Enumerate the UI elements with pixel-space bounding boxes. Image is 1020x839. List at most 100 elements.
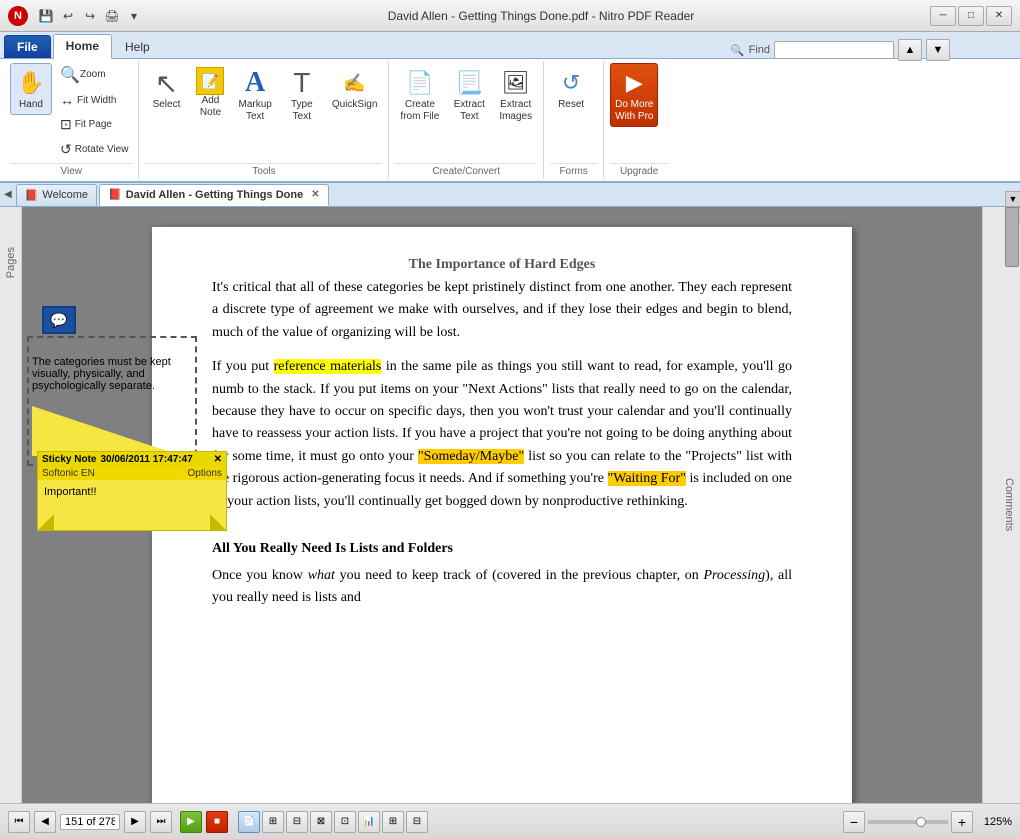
group-upgrade-label: Upgrade [610, 163, 668, 177]
view-facing-button[interactable]: ⊞ [262, 811, 284, 833]
comments-label[interactable]: Comments [1003, 478, 1015, 531]
window-controls: ─ □ ✕ [930, 6, 1012, 26]
group-view-label: View [10, 163, 132, 177]
zoom-in-button[interactable]: + [951, 811, 973, 833]
qa-dropdown[interactable]: ▾ [124, 6, 144, 26]
sticky-note-close-icon[interactable]: ✕ [214, 454, 222, 465]
ribbon: File Home Help 🔍 Find ▲ ▼ ✋ Hand [0, 32, 1020, 183]
tab-document[interactable]: 📕 David Allen - Getting Things Done ✕ [99, 184, 329, 206]
view-single-button[interactable]: 📄 [238, 811, 260, 833]
scroll-thumb[interactable] [1005, 207, 1019, 267]
zoom-slider-thumb[interactable] [916, 817, 926, 827]
paragraph-2: If you put reference materials in the sa… [212, 356, 792, 513]
save-button[interactable]: 💾 [36, 6, 56, 26]
do-more-pro-button[interactable]: ▶ Do MoreWith Pro [610, 63, 658, 127]
sticky-note-body[interactable]: Important!! [38, 480, 226, 530]
nav-prev-button[interactable]: ◀ [34, 811, 56, 833]
group-forms: ↺ Reset Forms [544, 61, 604, 179]
ribbon-content: ✋ Hand 🔍 Zoom ↔ Fit Width ⊡ Fit Pag [0, 58, 1020, 181]
select-label: Select [153, 99, 181, 111]
find-prev-button[interactable]: ▲ [898, 39, 922, 61]
find-label: 🔍 [731, 44, 745, 57]
fit-page-button[interactable]: ⊡ Fit Page [56, 113, 132, 136]
fit-width-button[interactable]: ↔ Fit Width [56, 89, 132, 111]
nav-first-button[interactable]: ⏮ [8, 811, 30, 833]
zoom-icon: 🔍 [60, 65, 80, 85]
nav-next-button[interactable]: ▶ [124, 811, 146, 833]
view-mode-buttons: 📄 ⊞ ⊟ ⊠ ⊡ 📊 ⊞ ⊟ [238, 811, 428, 833]
find-input[interactable] [774, 41, 894, 59]
rotate-icon: ↺ [60, 141, 72, 158]
sticky-note-author: Softonic EN [42, 468, 95, 479]
stop-button[interactable]: ■ [206, 811, 228, 833]
view-freeze-button[interactable]: ⊞ [382, 811, 404, 833]
rotate-label: Rotate View [75, 144, 129, 155]
tab-bar: ◀ 📕 Welcome 📕 David Allen - Getting Thin… [0, 183, 1020, 207]
highlight-reference-materials: reference materials [274, 359, 382, 374]
tab-close-button[interactable]: ✕ [311, 189, 319, 200]
app-logo: N [8, 6, 28, 26]
view-extra-button[interactable]: ⊟ [406, 811, 428, 833]
zoom-slider[interactable] [868, 820, 948, 824]
tab-welcome[interactable]: 📕 Welcome [16, 184, 97, 206]
quicksign-label: QuickSign [332, 99, 378, 111]
reset-label: Reset [558, 99, 584, 111]
select-icon: ↖ [150, 67, 182, 99]
sticky-note[interactable]: Sticky Note 30/06/2011 17:47:47 ✕ Softon… [37, 451, 227, 531]
sticky-note-title: Sticky Note [42, 454, 96, 465]
group-forms-label: Forms [550, 163, 597, 177]
extract-text-button[interactable]: 📃 ExtractText [448, 63, 490, 127]
quicksign-icon: ✍ [339, 67, 371, 99]
create-from-file-button[interactable]: 📄 Createfrom File [395, 63, 444, 127]
view-split-button[interactable]: 📊 [358, 811, 380, 833]
reset-icon: ↺ [555, 67, 587, 99]
zoom-button[interactable]: 🔍 Zoom [56, 63, 132, 87]
page-input[interactable] [60, 814, 120, 830]
find-next-button[interactable]: ▼ [926, 39, 950, 61]
nav-last-button[interactable]: ⏭ [150, 811, 172, 833]
tab-help[interactable]: Help [112, 35, 163, 58]
view-full-screen-button[interactable]: ⊡ [334, 811, 356, 833]
close-button[interactable]: ✕ [986, 6, 1012, 26]
tab-left-scroll[interactable]: ◀ [4, 189, 12, 200]
quicksign-button[interactable]: ✍ QuickSign [327, 63, 383, 115]
tab-home[interactable]: Home [53, 34, 112, 59]
comments-sidebar: Comments [998, 207, 1020, 803]
sticky-note-options[interactable]: Options [188, 468, 222, 479]
add-note-button[interactable]: 📝 AddNote [191, 63, 229, 123]
pages-sidebar-label[interactable]: Pages [5, 247, 17, 278]
view-continuous-button[interactable]: ⊟ [286, 811, 308, 833]
main-area: Pages The Importance of Hard Edges It's … [0, 207, 1020, 803]
pdf-content[interactable]: The Importance of Hard Edges It's critic… [22, 207, 982, 803]
sticky-note-header: Sticky Note 30/06/2011 17:47:47 ✕ [38, 452, 226, 467]
find-bar: 🔍 Find ▲ ▼ [731, 39, 950, 61]
group-view: ✋ Hand 🔍 Zoom ↔ Fit Width ⊡ Fit Pag [4, 61, 139, 179]
view-facing-cont-button[interactable]: ⊠ [310, 811, 332, 833]
paragraph-1: It's critical that all of these categori… [212, 277, 792, 344]
extract-images-button[interactable]: 🖼 ExtractImages [494, 63, 537, 127]
redo-button[interactable]: ↪ [80, 6, 100, 26]
group-create-label: Create/Convert [395, 163, 537, 177]
pro-icon: ▶ [618, 67, 650, 99]
print-button[interactable]: 🖨 [102, 6, 122, 26]
type-text-icon: T [286, 67, 318, 99]
fit-page-label: Fit Page [75, 119, 112, 130]
reset-button[interactable]: ↺ Reset [550, 63, 592, 115]
tab-file[interactable]: File [4, 35, 51, 58]
paragraph-3: Once you know what you need to keep trac… [212, 565, 792, 610]
pdf-page: The Importance of Hard Edges It's critic… [152, 227, 852, 803]
play-button[interactable]: ▶ [180, 811, 202, 833]
fit-page-icon: ⊡ [60, 116, 72, 133]
maximize-button[interactable]: □ [958, 6, 984, 26]
heading-2: All You Really Need Is Lists and Folders [212, 541, 792, 557]
zoom-out-button[interactable]: − [843, 811, 865, 833]
markup-text-button[interactable]: A MarkupText [233, 63, 276, 127]
undo-button[interactable]: ↩ [58, 6, 78, 26]
type-text-button[interactable]: T TypeText [281, 63, 323, 127]
select-tool-button[interactable]: ↖ Select [145, 63, 187, 115]
hand-tool-button[interactable]: ✋ Hand [10, 63, 52, 115]
rotate-view-button[interactable]: ↺ Rotate View [56, 138, 132, 161]
zoom-percent: 125% [976, 816, 1012, 828]
scroll-down-button[interactable]: ▼ [1005, 191, 1020, 207]
minimize-button[interactable]: ─ [930, 6, 956, 26]
